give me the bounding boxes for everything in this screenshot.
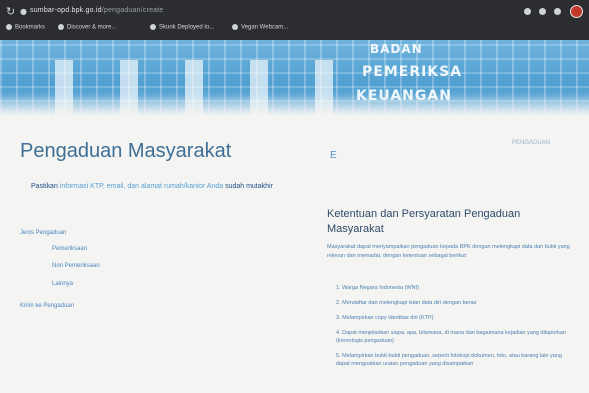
- address-bar[interactable]: sumbar-opd.bpk.go.id/pengaduan/create: [30, 7, 164, 14]
- section-marker: E: [330, 150, 337, 161]
- rule-item: 3. Melampirkan copy identitas diri (KTP): [336, 315, 434, 321]
- notice-prefix: Pastikan: [31, 183, 58, 190]
- page-title: Pengaduan Masyarakat: [20, 140, 232, 162]
- bookmark-item[interactable]: Skunk Deployed to...: [150, 24, 214, 31]
- bookmark-item[interactable]: Bookmarks: [6, 24, 45, 31]
- link-lainnya[interactable]: Lainnya: [52, 281, 73, 287]
- rule-item: 2. Mendaftar dan melengkapi isian data d…: [336, 300, 477, 306]
- notice-highlight[interactable]: informasi KTP, email, dan alamat rumah/k…: [60, 183, 223, 190]
- rules-list: 1. Warga Negara Indonesia (WNI) 2. Menda…: [336, 284, 576, 375]
- bookmark-label: Skunk Deployed to...: [159, 24, 215, 31]
- url-host: sumbar-opd.bpk.go.id: [30, 7, 102, 14]
- bookmark-label: Vegan Webcam...: [241, 24, 289, 31]
- profile-avatar[interactable]: [570, 5, 583, 18]
- bookmark-star-icon[interactable]: [539, 8, 546, 15]
- bookmark-icon: [232, 24, 238, 30]
- url-path: /pengaduan/create: [101, 7, 164, 14]
- banner-fade: [0, 94, 589, 116]
- extension-icon[interactable]: [524, 8, 531, 15]
- bookmark-icon: [150, 24, 156, 30]
- rule-item: 4. Dapat menjelaskan siapa, apa, bilaman…: [336, 330, 566, 344]
- banner-line1: BADAN: [370, 42, 423, 56]
- rule-item: 1. Warga Negara Indonesia (WNI): [336, 285, 419, 291]
- rules-intro: Masyarakat dapat menyampaikan pengaduan …: [327, 244, 570, 259]
- browser-toolbar: ↻ ● sumbar-opd.bpk.go.id/pengaduan/creat…: [0, 0, 589, 40]
- link-kirim-pengaduan[interactable]: Kirim ke Pengaduan: [20, 303, 74, 309]
- profile-notice: Pastikan informasi KTP, email, dan alama…: [31, 181, 276, 193]
- address-row: ↻ ● sumbar-opd.bpk.go.id/pengaduan/creat…: [0, 2, 589, 22]
- bookmarks-bar: Bookmarks Discover & more... Skunk Deplo…: [0, 22, 589, 38]
- link-non-pemeriksaan[interactable]: Non Pemeriksaan: [52, 263, 100, 269]
- reload-icon[interactable]: ↻: [6, 5, 15, 18]
- bookmark-label: Bookmarks: [15, 24, 46, 31]
- rule-item: 5. Melampirkan bukti-bukti pengaduan, se…: [336, 353, 562, 367]
- bookmark-item[interactable]: Vegan Webcam...: [232, 24, 288, 31]
- bookmark-label: Discover & more...: [67, 24, 117, 31]
- bookmark-icon: [6, 24, 12, 30]
- link-pemeriksaan[interactable]: Pemeriksaan: [52, 246, 87, 252]
- menu-icon[interactable]: [554, 8, 561, 15]
- top-right-label: PENGADUAN: [512, 140, 551, 146]
- bookmark-icon: [58, 24, 64, 30]
- link-jenis-pengaduan[interactable]: Jenis Pengaduan: [20, 230, 66, 236]
- header-banner: BADAN PEMERIKSA KEUANGAN: [0, 40, 589, 116]
- banner-line2: PEMERIKSA: [362, 64, 463, 80]
- lock-icon: ●: [20, 7, 27, 16]
- notice-suffix: sudah mutakhir: [225, 183, 273, 190]
- bookmark-item[interactable]: Discover & more...: [58, 24, 116, 31]
- rules-title: Ketentuan dan Persyaratan Pengaduan Masy…: [327, 208, 521, 235]
